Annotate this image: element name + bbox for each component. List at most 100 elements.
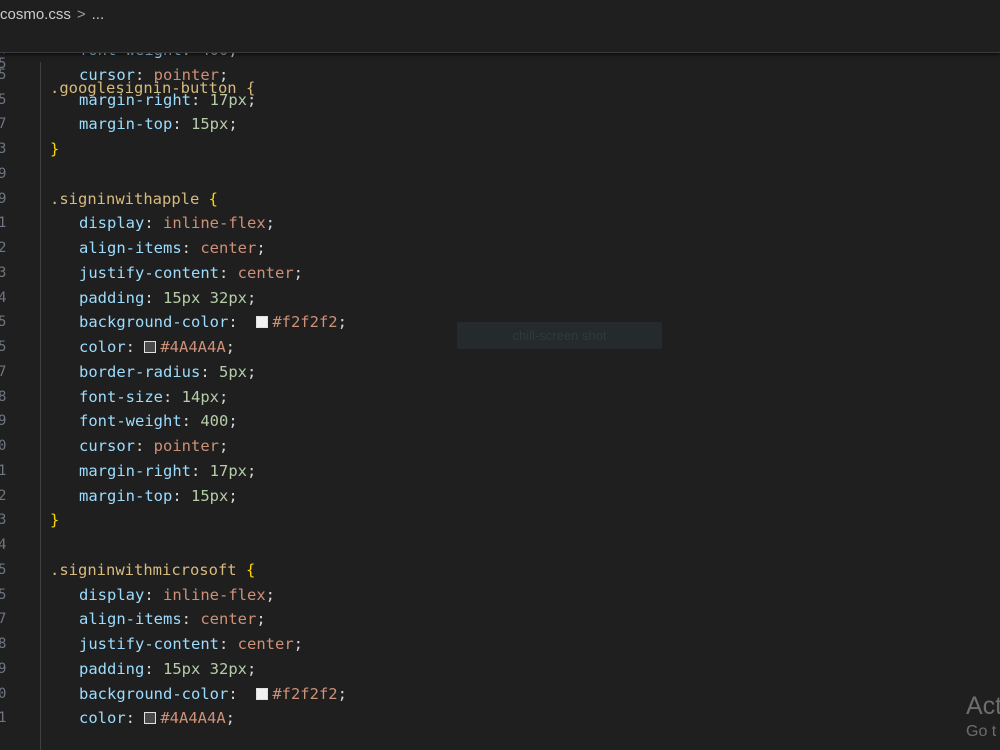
code-line[interactable]: 9 padding: 15px 32px; [0,657,1000,682]
punctuation: : [181,412,201,431]
code-line[interactable]: 9 .signinwithapple { [0,187,1000,212]
watermark-line2: Go t [966,723,997,740]
punctuation: ; [265,585,275,604]
code-line[interactable]: 4 [0,533,1000,558]
css-number: 15px [191,486,229,505]
css-number: 400 [200,412,229,431]
code-line[interactable]: 2 margin-top: 15px; [0,484,1000,509]
code-line[interactable]: 1 margin-right: 17px; [0,459,1000,484]
breadcrumb-file[interactable]: cosmo.css [0,6,71,23]
line-number: 2 [0,487,7,504]
code-line[interactable]: 3 justify-content: center; [0,261,1000,286]
line-number: 3 [0,512,7,529]
code-line[interactable]: 7 align-items: center; [0,607,1000,632]
code-line[interactable]: 9 font-weight: 400; [0,409,1000,434]
line-number: 3 [0,264,7,281]
line-content: justify-content: center; [50,632,303,657]
line-content: border-radius: 5px; [50,360,256,385]
punctuation: ; [247,659,257,678]
color-swatch-icon[interactable] [144,712,157,725]
punctuation: : [181,239,201,257]
punctuation: : [181,610,201,629]
line-number: 4 [0,289,7,306]
sticky-selector-text: .googlesignin-button { [50,79,256,97]
code-line[interactable]: 0 background-color: #f2f2f2; [0,682,1000,707]
line-number: 1 [0,215,7,232]
line-content: display: inline-flex; [50,211,275,236]
color-swatch-icon[interactable] [144,341,157,353]
punctuation: ; [256,610,266,629]
css-property: color [79,709,126,728]
punctuation: : [125,338,145,356]
code-line[interactable]: 8 font-size: 14px; [0,385,1000,410]
breadcrumb-more[interactable]: ... [92,6,105,23]
line-content: display: inline-flex; [50,583,275,608]
punctuation: : [172,486,191,505]
line-number: 8 [0,388,7,405]
line-number: 0 [0,438,7,454]
code-line[interactable]: 5 display: inline-flex; [0,583,1000,608]
code-line[interactable]: 4 padding: 15px 32px; [0,286,1000,311]
code-line[interactable]: 7 margin-top: 15px; [0,112,1000,137]
watermark-line1: Act [966,692,1000,720]
punctuation: ; [219,437,229,455]
breadcrumb: cosmo.css > ... [0,0,1000,28]
punctuation: ; [293,263,303,282]
punctuation: ; [225,709,236,728]
punctuation: : [144,214,163,233]
color-swatch-icon[interactable] [256,316,269,329]
line-number: 4 [0,537,7,553]
punctuation: ; [228,486,238,505]
code-line[interactable]: 1 display: inline-flex; [0,211,1000,236]
line-number: 9 [0,165,7,182]
punctuation: : [144,585,163,604]
punctuation: : [228,684,257,703]
code-line[interactable]: 9 [0,162,1000,187]
css-property: background-color [79,684,229,703]
punctuation: : [228,313,257,332]
css-value: #4A4A4A [160,338,226,356]
code-line[interactable]: 2 align-items: center; [0,236,1000,261]
overlay-tooltip-text: chill-screen shot [512,328,607,343]
css-value: #f2f2f2 [272,313,338,332]
line-content: } [50,137,59,162]
css-value: center [237,635,294,653]
line-number: 3 [0,141,7,157]
line-content: color: #4A4A4A; [50,335,235,360]
css-value: #f2f2f2 [272,684,338,703]
line-content: align-items: center; [50,607,266,632]
code-line[interactable]: 3} [0,508,1000,533]
punctuation: : [144,659,163,678]
code-line[interactable]: 8 justify-content: center; [0,632,1000,657]
css-value: center [200,239,257,257]
line-content: margin-top: 15px; [50,484,238,509]
punctuation: ; [293,635,303,653]
line-number: 7 [0,611,7,628]
sticky-scroll-header[interactable]: 5 .googlesignin-button { [0,28,1000,97]
activation-watermark: Act Go t [966,690,1000,742]
code-editor[interactable]: 4font-weight: 400;5cursor: pointer;5marg… [0,38,1000,731]
code-line[interactable]: 0 cursor: pointer; [0,434,1000,459]
css-value: inline-flex [163,214,266,233]
line-number: 5 [0,314,7,331]
line-content: margin-top: 15px; [50,112,238,137]
code-line[interactable]: 5 .signinwithmicrosoft { [0,558,1000,583]
sticky-selector: .googlesignin-button { [50,76,255,100]
css-property: margin-right [79,461,191,480]
line-content: margin-right: 17px; [50,459,256,484]
line-content: cursor: pointer; [50,434,228,459]
css-property: display [79,214,145,233]
css-value: #4A4A4A [160,709,226,728]
punctuation: ; [337,313,347,332]
punctuation: : [125,709,145,728]
color-swatch-icon[interactable] [256,687,269,700]
code-line[interactable]: 1 color: #4A4A4A; [0,706,1000,731]
line-number: 1 [0,462,7,479]
chevron-right-icon: > [76,5,86,23]
brace: } [50,511,60,530]
code-line[interactable]: 3} [0,137,1000,162]
code-line[interactable]: 7 border-radius: 5px; [0,360,1000,385]
overlay-tooltip: chill-screen shot [457,322,662,349]
css-property: font-weight [79,412,182,431]
punctuation: ; [337,684,347,703]
